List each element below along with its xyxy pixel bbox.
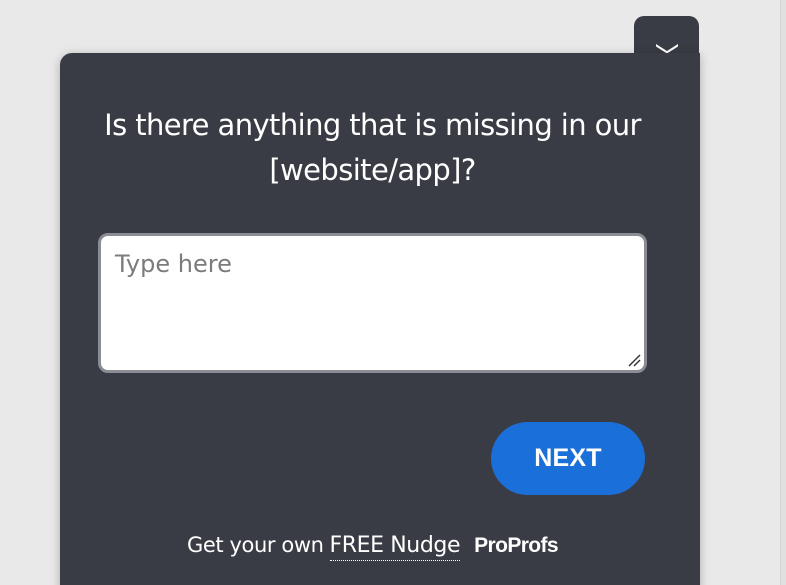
question-text: Is there anything that is missing in our…: [104, 108, 641, 187]
page: Is there anything that is missing in our…: [0, 0, 786, 585]
proprofs-logo[interactable]: ProProfs: [474, 534, 558, 558]
footer: Get your own FREE Nudge ProProfs: [60, 533, 685, 561]
answer-field-wrapper: [98, 233, 647, 373]
scrollbar-track: [780, 0, 786, 585]
answer-input[interactable]: [101, 236, 644, 370]
resize-grip-icon[interactable]: [627, 353, 641, 367]
free-nudge-link[interactable]: FREE Nudge: [329, 533, 461, 561]
next-button[interactable]: NEXT: [491, 422, 645, 495]
nudge-panel: Is there anything that is missing in our…: [60, 53, 700, 585]
footer-prefix: Get your own: [186, 533, 324, 557]
